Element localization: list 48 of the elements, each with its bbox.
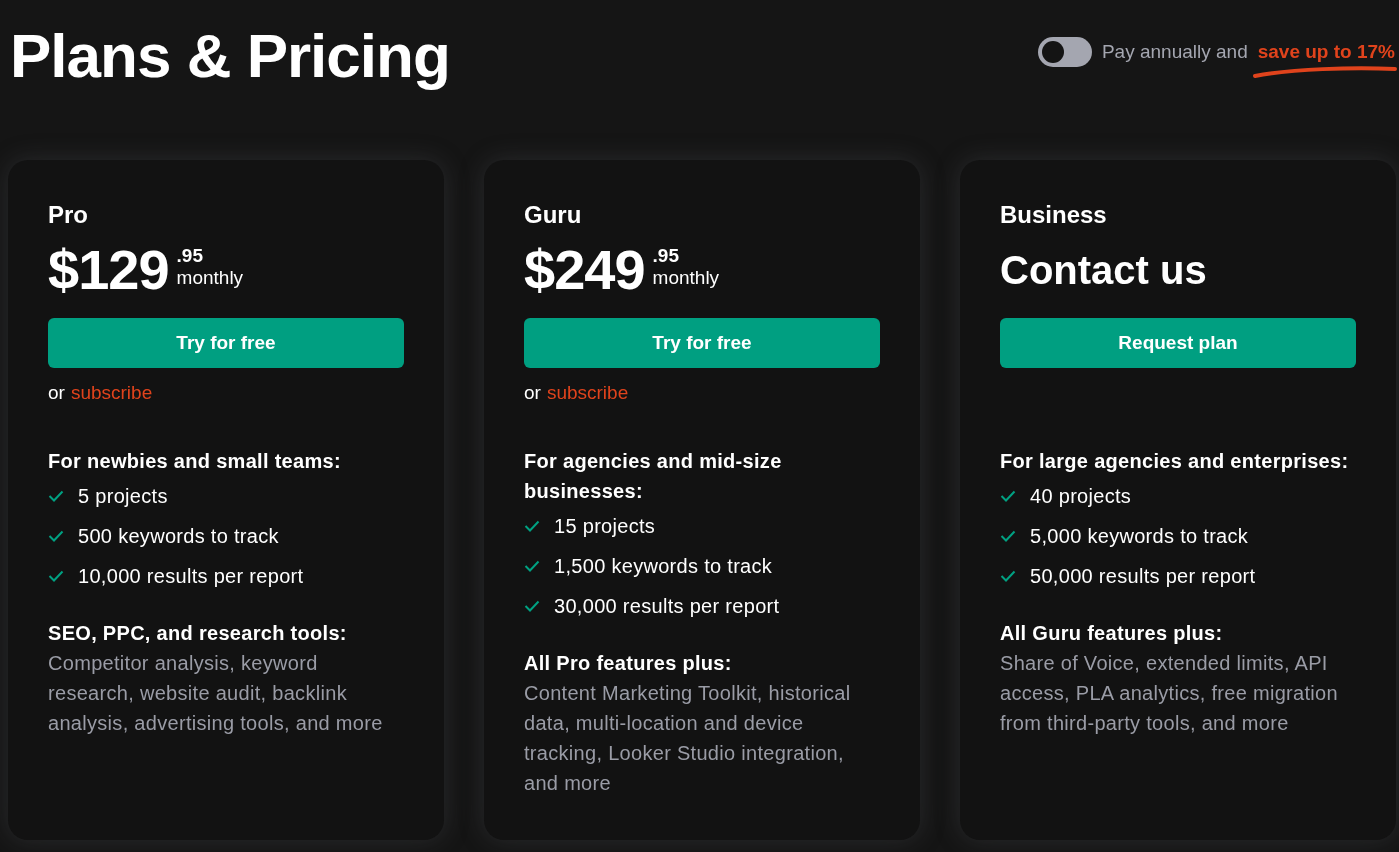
- extras-title: All Guru features plus:: [1000, 621, 1224, 646]
- feature-text: 30,000 results per report: [554, 594, 780, 618]
- plan-name: Guru: [524, 200, 583, 230]
- plan-name: Business: [1000, 200, 1108, 230]
- feature-text: 40 projects: [1030, 484, 1132, 508]
- save-text: save up to 17%: [1257, 41, 1395, 63]
- feature-text: 5 projects: [78, 484, 168, 508]
- subscribe-link[interactable]: subscribe: [546, 382, 629, 404]
- extras-title: SEO, PPC, and research tools:: [48, 621, 348, 646]
- page-title: Plans & Pricing: [10, 19, 450, 91]
- plan-button[interactable]: Try for free: [524, 318, 880, 368]
- billing-period: monthly: [652, 266, 720, 290]
- check-icon: [1000, 530, 1016, 542]
- or-text: or: [48, 382, 65, 404]
- extras-description: Content Marketing Toolkit, historical data, multi-location and device tracking, Looker Studio integration, and more: [524, 681, 852, 796]
- plan-button[interactable]: Try for free: [48, 318, 404, 368]
- feature-text: 10,000 results per report: [78, 564, 304, 588]
- check-icon: [524, 520, 540, 532]
- check-icon: [48, 570, 64, 582]
- annual-label: Pay annually and: [1101, 41, 1248, 63]
- feature-text: 5,000 keywords to track: [1030, 524, 1249, 548]
- audience-text: For agencies and mid-size businesses:: [524, 449, 783, 504]
- feature-text: 50,000 results per report: [1030, 564, 1256, 588]
- check-icon: [524, 600, 540, 612]
- price-cents: .95: [652, 246, 680, 266]
- billing-period: monthly: [176, 266, 244, 290]
- extras-description: Share of Voice, extended limits, API access, PLA analytics, free migration from third-party tools, and more: [1000, 651, 1339, 736]
- plan-name: Pro: [48, 200, 89, 230]
- audience-text: For newbies and small teams:: [48, 449, 342, 474]
- audience-text: For large agencies and enterprises:: [1000, 449, 1350, 474]
- price: $129: [48, 238, 169, 302]
- check-icon: [1000, 490, 1016, 502]
- feature-text: 15 projects: [554, 514, 656, 538]
- contact-heading: Contact us: [1000, 247, 1207, 294]
- or-text: or: [524, 382, 541, 404]
- plan-button[interactable]: Request plan: [1000, 318, 1356, 368]
- feature-text: 500 keywords to track: [78, 524, 279, 548]
- check-icon: [48, 530, 64, 542]
- price-cents: .95: [176, 246, 204, 266]
- check-icon: [1000, 570, 1016, 582]
- extras-description: Competitor analysis, keyword research, website audit, backlink analysis, advertising tools, and more: [48, 651, 384, 736]
- check-icon: [524, 560, 540, 572]
- annual-toggle[interactable]: [1037, 37, 1092, 67]
- feature-text: 1,500 keywords to track: [554, 554, 773, 578]
- extras-title: All Pro features plus:: [524, 651, 733, 676]
- check-icon: [48, 490, 64, 502]
- subscribe-link[interactable]: subscribe: [70, 382, 153, 404]
- price: $249: [524, 238, 645, 302]
